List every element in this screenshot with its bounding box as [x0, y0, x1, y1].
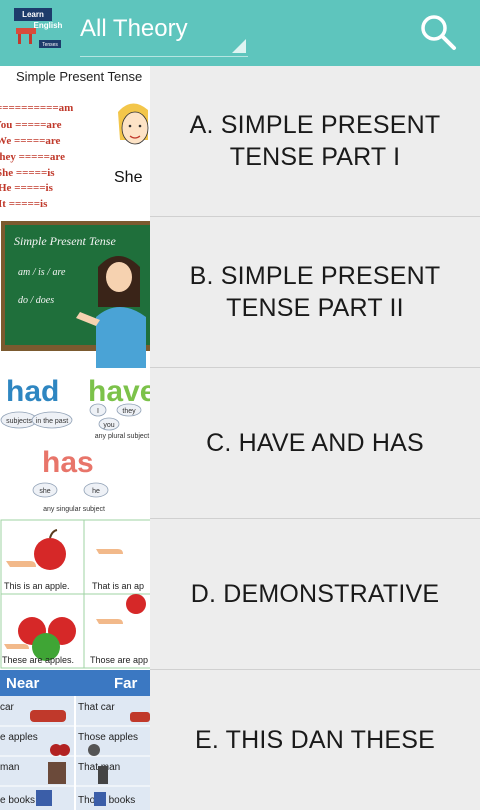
thumb-c-i: I	[97, 408, 99, 415]
logo-text-tenses: Tenses	[42, 42, 58, 48]
thumb-c-plural: any plural subject	[95, 433, 150, 440]
lesson-thumbnail-b: Simple Present Tense am / is / are do / …	[0, 217, 150, 368]
search-icon[interactable]	[418, 12, 458, 52]
lesson-title-b: B. SIMPLE PRESENT TENSE PART II	[189, 262, 441, 322]
thumb-a-row-4: They =====are	[0, 151, 65, 163]
lesson-item-b[interactable]: Simple Present Tense am / is / are do / …	[0, 217, 480, 368]
thumb-d-caption-4: Those are app	[90, 655, 148, 665]
thumb-c-they: they	[122, 408, 136, 415]
thumb-c-past: in the past	[36, 418, 68, 425]
lesson-title-a: A. SIMPLE PRESENT TENSE PART I	[189, 111, 441, 171]
thumb-e-near-4: e books	[0, 795, 35, 806]
thumb-d-caption-1: This is an apple.	[4, 581, 70, 591]
thumb-a-row-2: You =====are	[0, 119, 62, 131]
thumb-c-singular: any singular subject	[43, 506, 105, 513]
thumb-e-far-4: Those books	[78, 795, 135, 806]
lesson-item-c[interactable]: had have subjects in the past I they you…	[0, 368, 480, 519]
lesson-thumbnail-a: Simple Present Tense ==========am You ==…	[0, 66, 150, 217]
thumb-a-row-6: He =====is	[0, 182, 54, 194]
app-logo-icon[interactable]: Learn English Tenses	[12, 6, 66, 50]
thumb-e-near-3: man	[0, 762, 19, 773]
thumb-c-she: she	[39, 488, 50, 495]
thumb-b-line-2: do / does	[18, 295, 54, 306]
lesson-title-e: E. THIS DAN THESE	[194, 726, 436, 754]
category-spinner[interactable]: All Theory	[80, 14, 248, 57]
thumb-c-subjects: subjects	[6, 418, 32, 425]
thumb-a-row-5: She =====is	[0, 167, 55, 179]
lesson-thumbnail-c: had have subjects in the past I they you…	[0, 368, 150, 519]
app-bar: Learn English Tenses All Theory	[0, 0, 480, 66]
thumb-c-you: you	[103, 422, 114, 429]
logo-text-english: English	[34, 21, 63, 30]
thumb-a-caption: She	[114, 169, 143, 186]
dropdown-arrow-icon	[232, 39, 246, 53]
thumb-c-had: had	[6, 375, 59, 408]
lesson-item-d[interactable]: This is an apple. That is an ap These ar…	[0, 519, 480, 670]
thumb-e-near: Near	[6, 675, 40, 692]
lesson-thumbnail-e: Near Far car That car e apples Those app…	[0, 670, 150, 810]
thumb-b-title: Simple Present Tense	[14, 234, 116, 248]
girl-illustration-icon	[118, 103, 149, 145]
spinner-selected-label: All Theory	[80, 15, 188, 42]
lesson-item-e[interactable]: Near Far car That car e apples Those app…	[0, 670, 480, 810]
thumb-a-row-1: ==========am	[0, 102, 73, 114]
thumb-a-row-7: It =====is	[0, 198, 48, 210]
thumb-c-has: has	[42, 446, 94, 479]
thumb-c-have: have	[88, 375, 150, 408]
thumb-c-he: he	[92, 488, 100, 495]
thumb-d-caption-2: That is an ap	[92, 581, 144, 591]
lesson-item-a[interactable]: Simple Present Tense ==========am You ==…	[0, 66, 480, 217]
thumb-e-near-1: car	[0, 702, 15, 713]
thumb-a-title: Simple Present Tense	[16, 69, 142, 84]
thumb-e-far-1: That car	[78, 702, 115, 713]
lesson-list: Simple Present Tense ==========am You ==…	[0, 66, 480, 810]
thumb-b-line-1: am / is / are	[18, 267, 66, 278]
logo-text-learn: Learn	[22, 10, 44, 19]
thumb-e-near-2: e apples	[0, 732, 38, 743]
lesson-title-c: C. HAVE AND HAS	[206, 429, 424, 457]
thumb-e-far-2: Those apples	[78, 732, 138, 743]
lesson-title-d: D. DEMONSTRATIVE	[190, 580, 440, 608]
thumb-a-row-3: We =====are	[0, 135, 61, 147]
thumb-e-far: Far	[114, 675, 138, 692]
thumb-d-caption-3: These are apples.	[2, 655, 74, 665]
lesson-thumbnail-d: This is an apple. That is an ap These ar…	[0, 519, 150, 670]
